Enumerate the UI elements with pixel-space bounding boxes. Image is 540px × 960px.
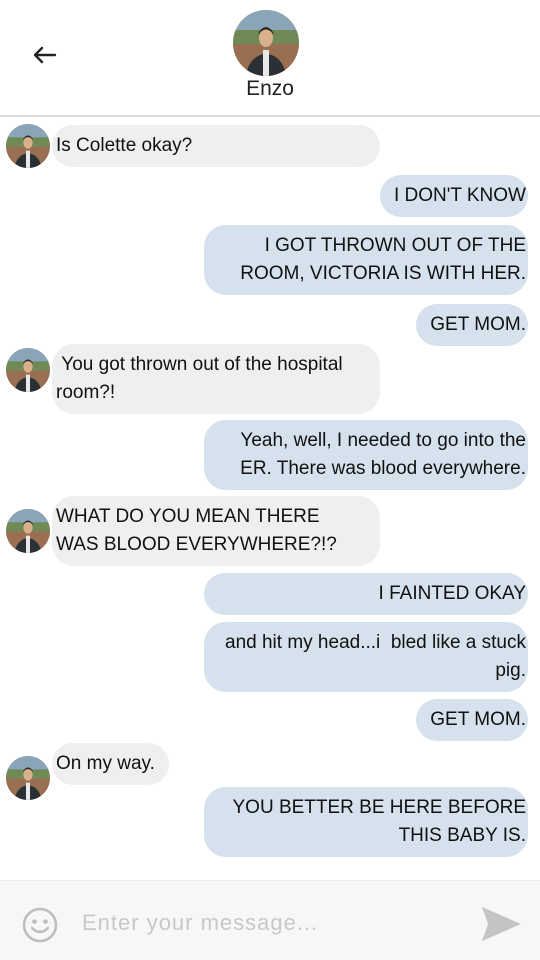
emoji-button[interactable]: [22, 907, 58, 943]
message-avatar: [6, 348, 50, 392]
sent-message: GET MOM.: [416, 304, 528, 346]
chat-header: Enzo: [0, 0, 540, 117]
sent-message: Yeah, well, I needed to go into the ER. …: [204, 420, 528, 490]
received-message: On my way.: [52, 743, 169, 785]
send-arrow-icon: [482, 907, 521, 941]
sent-message: I FAINTED OKAY: [204, 573, 528, 615]
sent-message: YOU BETTER BE HERE BEFORE THIS BABY IS.: [204, 787, 528, 857]
message-avatar: [6, 756, 50, 800]
back-button[interactable]: [28, 40, 60, 70]
send-button[interactable]: [478, 904, 524, 944]
received-message: You got thrown out of the hospital room?…: [52, 344, 380, 414]
received-message: Is Colette okay?: [52, 125, 380, 167]
received-message: WHAT DO YOU MEAN THERE WAS BLOOD EVERYWH…: [52, 496, 380, 566]
sent-message: I DON'T KNOW: [379, 175, 528, 217]
contact-avatar[interactable]: [233, 10, 299, 76]
sent-message: GET MOM.: [416, 699, 528, 741]
sent-message: I GOT THROWN OUT OF THE ROOM, VICTORIA I…: [204, 225, 528, 295]
message-avatar: [6, 509, 50, 553]
smiley-face-icon: [22, 907, 58, 943]
arrow-left-icon: [33, 46, 57, 64]
sent-message: and hit my head...i bled like a stuck pi…: [204, 622, 528, 692]
message-input[interactable]: [70, 903, 460, 943]
contact-name: Enzo: [246, 77, 294, 100]
message-composer: [0, 880, 540, 960]
message-avatar: [6, 124, 50, 168]
